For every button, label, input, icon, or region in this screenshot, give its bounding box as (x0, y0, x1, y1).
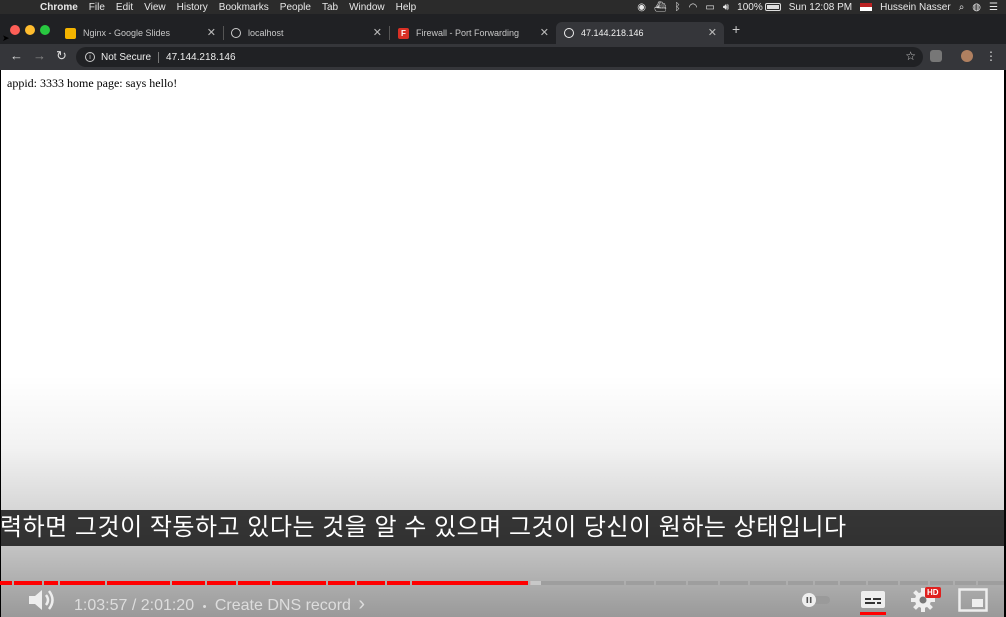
menu-view[interactable]: View (144, 2, 166, 13)
tab-title: localhost (248, 28, 284, 38)
globe-icon (231, 28, 241, 38)
docker-icon[interactable]: ⛴ (654, 2, 667, 13)
time-label: 1:03:57 / 2:01:20 (74, 597, 195, 614)
tab-close-icon[interactable]: ✕ (373, 26, 382, 39)
chrome-menu-icon[interactable]: ⋮ (985, 49, 997, 63)
airplay-icon[interactable]: ▭ (705, 2, 714, 13)
tab-close-icon[interactable]: ✕ (708, 26, 717, 39)
menu-history[interactable]: History (177, 2, 208, 13)
wifi-icon[interactable]: ◠ (689, 2, 698, 13)
menu-file[interactable]: File (89, 2, 105, 13)
volume-icon[interactable]: 🔊︎ (723, 2, 729, 13)
zoom-window-button[interactable] (40, 25, 50, 35)
volume-icon[interactable] (26, 587, 58, 613)
firewall-icon: F (398, 27, 409, 39)
video-progress-bar[interactable] (0, 572, 1006, 585)
tab-title: 47.144.218.146 (581, 28, 644, 38)
security-label[interactable]: Not Secure (101, 52, 151, 63)
extension-icon[interactable] (930, 50, 942, 62)
flag-icon[interactable] (860, 3, 873, 11)
menubar-clock[interactable]: Sun 12:08 PM (789, 2, 852, 13)
url-text[interactable]: 47.144.218.146 (166, 52, 236, 63)
tab-close-icon[interactable]: ✕ (540, 26, 549, 39)
time-display: 1:03:57 / 2:01:20 • Create DNS record › (74, 593, 365, 616)
spotlight-search-icon[interactable]: ⌕ (959, 2, 965, 13)
subtitles-active-indicator (860, 612, 886, 615)
back-icon[interactable]: ← (10, 48, 23, 63)
new-tab-icon[interactable]: + (732, 21, 740, 37)
menu-help[interactable]: Help (396, 2, 417, 13)
menubar-user[interactable]: Hussein Nasser (880, 2, 951, 13)
tab-title: Nginx - Google Slides (83, 28, 171, 38)
hd-badge: HD (925, 587, 941, 598)
menu-people[interactable]: People (280, 2, 311, 13)
google-slides-icon (65, 27, 76, 39)
chapter-title[interactable]: Create DNS record (215, 597, 351, 614)
browser-tab-strip: Nginx - Google Slides ✕ localhost ✕ F Fi… (0, 14, 1006, 44)
player-controls: 1:03:57 / 2:01:20 • Create DNS record › (0, 583, 1006, 617)
tab-localhost[interactable]: localhost ✕ (223, 22, 390, 44)
address-bar[interactable]: i Not Secure 47.144.218.146 ☆ (76, 47, 923, 67)
info-icon[interactable]: i (85, 52, 95, 62)
globe-icon (564, 28, 574, 38)
macos-menubar: Chrome File Edit View History Bookmarks … (0, 0, 1006, 14)
minimize-window-button[interactable] (25, 25, 35, 35)
autoplay-toggle[interactable] (800, 593, 832, 607)
subtitles-icon[interactable] (860, 590, 886, 609)
close-window-button[interactable] (10, 25, 20, 35)
menu-bookmarks[interactable]: Bookmarks (219, 2, 269, 13)
menu-app-name[interactable]: Chrome (40, 2, 78, 13)
menu-edit[interactable]: Edit (116, 2, 133, 13)
tab-nginx-slides[interactable]: Nginx - Google Slides ✕ (57, 22, 224, 44)
forward-icon[interactable]: → (33, 48, 46, 63)
siri-icon[interactable]: ◍ (972, 2, 981, 13)
page-body-text: appid: 3333 home page: says hello! (7, 76, 178, 90)
battery-icon (764, 3, 781, 11)
miniplayer-icon[interactable] (958, 588, 988, 612)
video-caption: 력하면 그것이 작동하고 있다는 것을 알 수 있으며 그것이 당신이 원하는 … (0, 510, 1006, 546)
battery-percent: 100% (737, 1, 763, 13)
tab-close-icon[interactable]: ✕ (207, 26, 216, 39)
menu-window[interactable]: Window (349, 2, 385, 13)
tab-active-ip[interactable]: 47.144.218.146 ✕ (556, 22, 724, 44)
notification-center-icon[interactable]: ☰ (989, 2, 998, 13)
bookmark-star-icon[interactable]: ☆ (905, 49, 916, 63)
profile-avatar[interactable] (961, 50, 973, 62)
record-icon[interactable]: ◉ (637, 2, 646, 13)
chevron-right-icon[interactable]: › (358, 593, 365, 615)
chapter-separator: • (202, 601, 207, 613)
bluetooth-icon[interactable]: ᛒ (675, 2, 681, 13)
tab-firewall[interactable]: F Firewall - Port Forwarding ✕ (390, 22, 556, 44)
reload-icon[interactable]: ↻ (56, 48, 67, 64)
tab-title: Firewall - Port Forwarding (416, 28, 520, 38)
menu-tab[interactable]: Tab (322, 2, 338, 13)
browser-toolbar: ← → ↻ i Not Secure 47.144.218.146 ☆ ⋮ (0, 44, 1006, 70)
mouse-cursor-icon: ➤ (2, 33, 10, 43)
battery-status[interactable]: 100% (737, 2, 781, 13)
